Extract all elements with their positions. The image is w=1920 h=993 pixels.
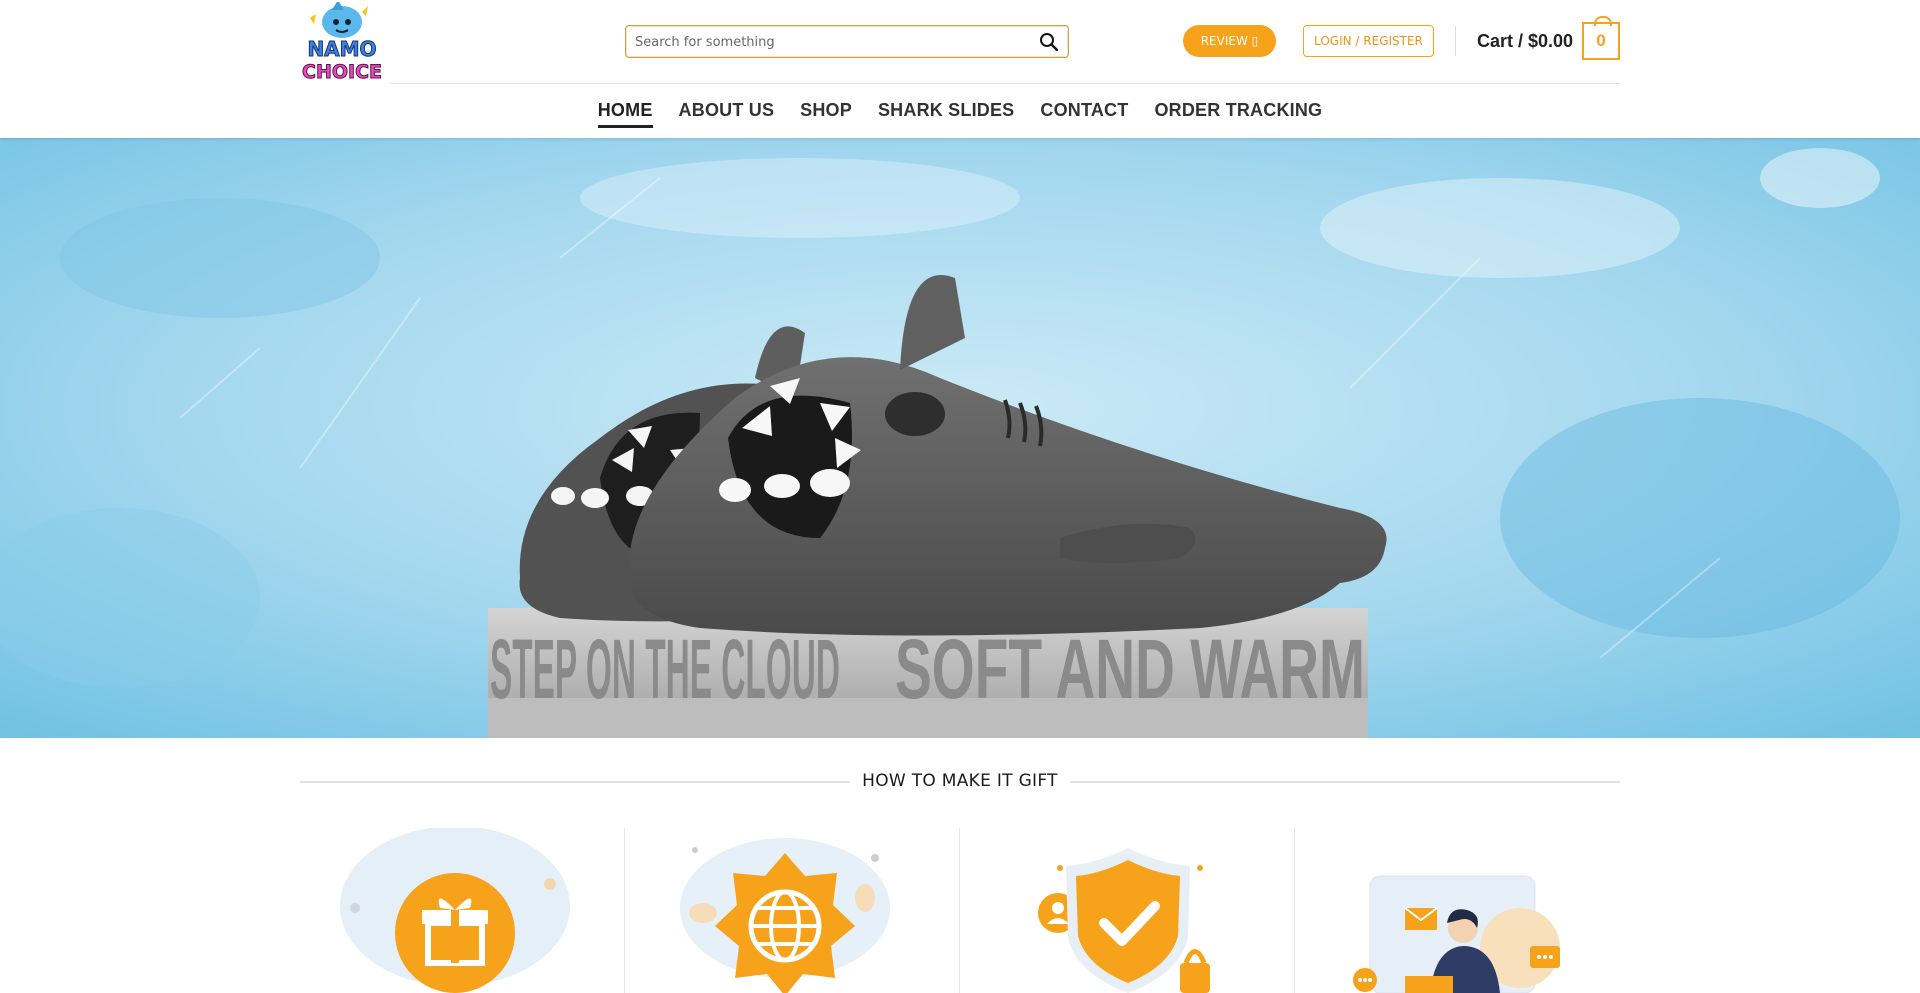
hero-box-text-right: SOFT AND WARM <box>895 622 1365 716</box>
search-input[interactable] <box>635 31 1015 53</box>
nav-item-contact[interactable]: CONTACT <box>1040 96 1128 130</box>
feature-gift <box>330 826 570 993</box>
site-header: NAMO CHOICE REVIEW ▯ LOGIN / REGISTER Ca… <box>0 0 1920 138</box>
person-laptop-icon <box>1353 875 1560 993</box>
section-header: HOW TO MAKE IT GIFT <box>300 768 1620 794</box>
header-separator <box>390 83 1620 84</box>
gift-features-row <box>300 826 1620 993</box>
site-logo[interactable]: NAMO CHOICE <box>298 0 388 84</box>
search-icon[interactable] <box>1038 31 1060 53</box>
feature-divider <box>959 828 960 993</box>
nav-item-shop[interactable]: SHOP <box>800 96 852 130</box>
header-divider <box>1455 26 1456 56</box>
feature-divider <box>624 828 625 993</box>
logo-text-bottom: CHOICE <box>302 61 382 83</box>
search-box <box>625 25 1069 58</box>
feature-support <box>1335 828 1575 993</box>
main-nav: HOME ABOUT US SHOP SHARK SLIDES CONTACT … <box>0 96 1920 130</box>
hero-box-text-left: STEP ON THE CLOUD <box>490 622 840 716</box>
nav-item-about-us[interactable]: ABOUT US <box>679 96 775 130</box>
review-button[interactable]: REVIEW ▯ <box>1183 25 1276 57</box>
gift-icon <box>340 826 570 993</box>
feature-secure <box>1000 828 1240 993</box>
nav-item-shark-slides[interactable]: SHARK SLIDES <box>878 96 1014 130</box>
cart-count-badge[interactable]: 0 <box>1582 16 1620 60</box>
cart-link[interactable]: Cart / $0.00 <box>1477 22 1573 60</box>
logo-text-top: NAMO <box>307 37 376 61</box>
shield-check-icon <box>1038 848 1210 993</box>
globe-icon <box>680 838 890 993</box>
hero-banner[interactable]: STEP ON THE CLOUD SOFT AND WARM <box>0 138 1920 738</box>
nav-item-home[interactable]: HOME <box>597 96 653 130</box>
nav-item-order-tracking[interactable]: ORDER TRACKING <box>1154 96 1322 130</box>
hero-image: STEP ON THE CLOUD SOFT AND WARM <box>0 138 1920 738</box>
feature-global <box>665 828 905 993</box>
section-line-right <box>1070 781 1620 783</box>
feature-divider <box>1294 828 1295 993</box>
login-register-button[interactable]: LOGIN / REGISTER <box>1303 25 1434 57</box>
section-title: HOW TO MAKE IT GIFT <box>862 771 1058 791</box>
section-line-left <box>300 781 850 783</box>
